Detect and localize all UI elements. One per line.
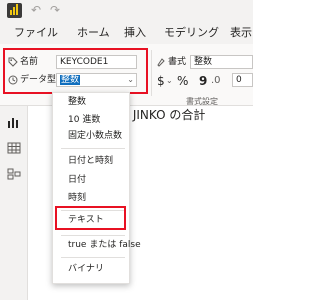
menu-item-true-false[interactable]: true または false [68, 239, 141, 251]
undo-icon[interactable]: ↶ [31, 2, 41, 18]
menu-item-date-time[interactable]: 日付と時刻 [68, 155, 113, 167]
menu-separator [61, 257, 125, 258]
tab-home[interactable]: ホーム [77, 26, 110, 40]
menu-item-binary[interactable]: バイナリ [68, 263, 104, 275]
currency-icon[interactable]: $ [157, 74, 165, 88]
menu-separator [61, 235, 125, 236]
menu-item-time[interactable]: 時刻 [68, 192, 86, 204]
decimal-icon[interactable]: .0 [211, 74, 221, 88]
menu-item-whole-number[interactable]: 整数 [68, 96, 86, 108]
tab-file[interactable]: ファイル [14, 26, 58, 40]
format-value: 整数 [194, 57, 213, 67]
ribbon-divider [151, 50, 152, 96]
format-select[interactable]: 整数 [190, 55, 253, 69]
currency-chevron-icon[interactable]: ⌄ [166, 75, 173, 87]
tab-modeling[interactable]: モデリング [164, 26, 219, 40]
redo-icon[interactable]: ↷ [50, 2, 60, 18]
power-bi-logo-icon [7, 3, 22, 18]
highlight-box [3, 48, 148, 94]
comma-style-icon[interactable]: 9 [199, 74, 207, 88]
percent-icon[interactable]: % [177, 74, 188, 88]
ribbon-tabs: ファイル ホーム 挿入 モデリング 表示 [0, 22, 253, 44]
tab-view[interactable]: 表示 [230, 26, 252, 40]
menu-item-decimal-number[interactable]: 10 進数 [68, 114, 100, 126]
view-switcher [0, 106, 28, 300]
datatype-dropdown-menu: 整数 10 進数 固定小数点数 日付と時刻 日付 時刻 テキスト true また… [52, 92, 141, 284]
decimal-places-value: 0 [236, 75, 242, 85]
decimal-places-input[interactable]: 0 [232, 73, 253, 87]
report-view-icon[interactable] [7, 116, 21, 128]
format-label: 書式 [168, 57, 187, 67]
tab-insert[interactable]: 挿入 [124, 26, 146, 40]
format-brush-icon [157, 58, 165, 67]
title-bar: ↶ ↷ [0, 0, 253, 22]
menu-item-fixed-decimal[interactable]: 固定小数点数 [68, 130, 122, 142]
model-view-icon[interactable] [7, 168, 21, 180]
menu-separator [61, 148, 125, 149]
data-view-icon[interactable] [7, 142, 21, 154]
menu-item-date[interactable]: 日付 [68, 174, 86, 186]
highlight-box [55, 206, 126, 230]
